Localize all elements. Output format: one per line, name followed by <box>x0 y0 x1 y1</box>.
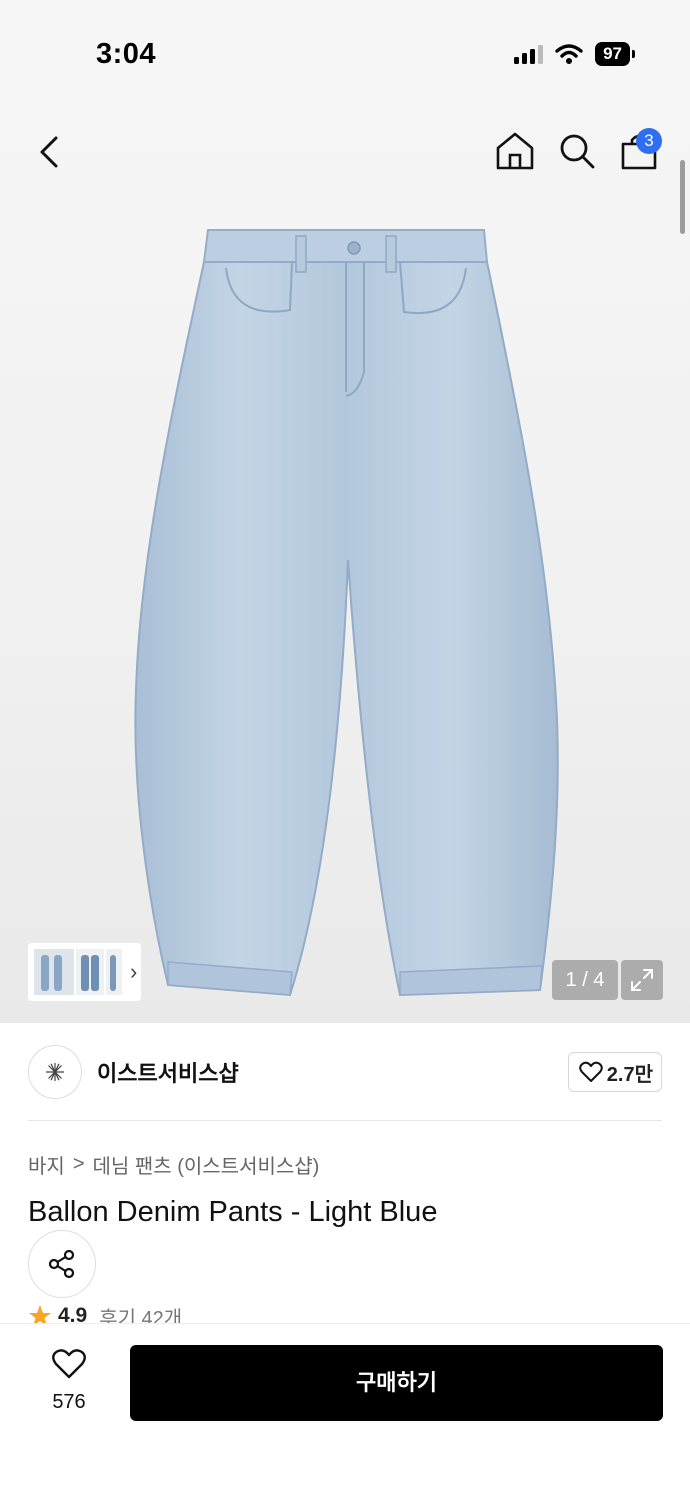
breadcrumb: 바지 > 데님 팬츠 (이스트서비스샵) <box>28 1150 319 1179</box>
scrollbar[interactable] <box>680 160 685 234</box>
heart-icon <box>579 1061 603 1082</box>
buy-button[interactable]: 구매하기 <box>130 1345 663 1421</box>
signal-icon <box>514 44 544 64</box>
status-time: 3:04 <box>96 38 157 70</box>
thumbnail-strip[interactable]: › <box>28 943 141 1001</box>
thumbnail-back[interactable] <box>106 949 122 995</box>
breadcrumb-separator-icon: > <box>72 1153 85 1175</box>
home-icon[interactable] <box>494 130 536 172</box>
image-page-counter: 1 / 4 <box>552 960 618 1000</box>
search-icon[interactable] <box>556 130 598 172</box>
divider <box>28 1120 662 1121</box>
wifi-icon <box>555 44 583 64</box>
share-button[interactable] <box>28 1230 96 1298</box>
expand-icon <box>631 969 653 991</box>
brand-logo-icon <box>46 1063 64 1081</box>
battery-indicator: 97 <box>595 42 635 66</box>
brand-row[interactable]: 이스트서비스샵 2.7만 <box>28 1044 662 1100</box>
cart-count-badge: 3 <box>636 128 662 154</box>
status-icons: 97 <box>514 42 635 66</box>
product-title: Ballon Denim Pants - Light Blue <box>28 1196 438 1228</box>
back-icon[interactable] <box>30 130 70 174</box>
thumbnail-front[interactable] <box>34 949 74 995</box>
brand-name[interactable]: 이스트서비스샵 <box>97 1056 239 1088</box>
wishlist-button[interactable]: 576 <box>38 1348 100 1414</box>
brand-like-button[interactable]: 2.7만 <box>567 1052 662 1092</box>
brand-like-count: 2.7만 <box>606 1063 653 1086</box>
share-icon <box>48 1249 75 1279</box>
breadcrumb-subcategory[interactable]: 데님 팬츠 (이스트서비스샵) <box>93 1150 320 1179</box>
breadcrumb-category[interactable]: 바지 <box>28 1150 65 1179</box>
brand-logo[interactable] <box>28 1045 82 1099</box>
expand-button[interactable] <box>621 960 663 1000</box>
heart-icon <box>52 1349 86 1379</box>
chevron-right-icon[interactable]: › <box>130 959 137 985</box>
wishlist-count: 576 <box>52 1391 86 1413</box>
thumbnail-side[interactable] <box>76 949 104 995</box>
